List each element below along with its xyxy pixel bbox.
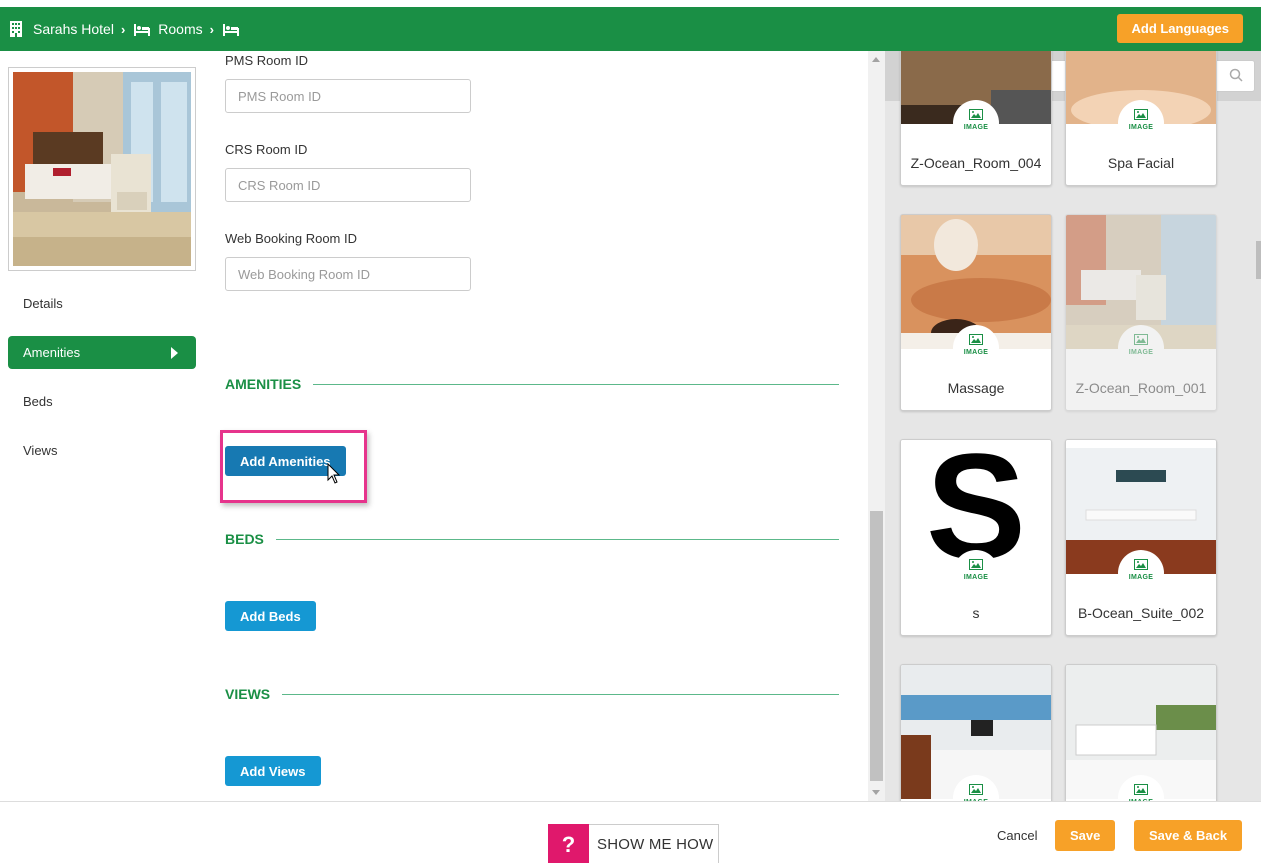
- sidebar-item-label: Amenities: [23, 345, 81, 360]
- pms-room-id-input[interactable]: [225, 79, 471, 113]
- crs-room-id-label: CRS Room ID: [225, 142, 308, 157]
- section-divider: [282, 693, 839, 695]
- image-icon: [1134, 109, 1148, 120]
- media-card-name: Z-Ocean_Room_004: [910, 155, 1042, 171]
- image-badge: IMAGE: [1118, 325, 1164, 371]
- image-badge: IMAGE: [1118, 550, 1164, 596]
- sidebar-item-label: Beds: [23, 394, 53, 409]
- scroll-down-icon[interactable]: [872, 790, 880, 795]
- main-content: PMS Room ID CRS Room ID Web Booking Room…: [225, 51, 865, 801]
- image-badge-label: IMAGE: [963, 574, 989, 581]
- scrollbar-thumb[interactable]: [870, 511, 883, 781]
- image-icon: [969, 559, 983, 570]
- media-scrollbar[interactable]: [1256, 101, 1261, 801]
- image-badge: IMAGE: [953, 100, 999, 146]
- media-card-name: Massage: [947, 380, 1005, 396]
- building-icon: [9, 21, 25, 37]
- media-card[interactable]: IMAGE Z-Ocean_Room_001: [1065, 214, 1217, 411]
- show-me-how-button[interactable]: ? SHOW ME HOW: [548, 824, 719, 863]
- image-badge: IMAGE: [953, 325, 999, 371]
- highlight-box: [220, 430, 367, 503]
- image-icon: [1134, 559, 1148, 570]
- footer: ? SHOW ME HOW Cancel Save Save & Back: [0, 801, 1261, 863]
- amenities-section-title: AMENITIES: [225, 376, 302, 392]
- help-icon: ?: [548, 824, 589, 863]
- caret-right-icon: [171, 347, 178, 359]
- search-icon[interactable]: [1229, 68, 1243, 85]
- chevron-right-icon: ›: [120, 21, 126, 37]
- media-card-name: s: [972, 605, 980, 621]
- save-and-back-button[interactable]: Save & Back: [1134, 820, 1243, 851]
- sidebar-item-beds[interactable]: Beds: [8, 385, 196, 418]
- room-photo: [13, 72, 191, 266]
- views-section-header: VIEWS: [225, 686, 839, 702]
- image-badge-label: IMAGE: [963, 124, 989, 131]
- scrollbar-thumb[interactable]: [1256, 241, 1261, 279]
- add-languages-button[interactable]: Add Languages: [1117, 14, 1243, 43]
- web-booking-room-id-label: Web Booking Room ID: [225, 231, 357, 246]
- beds-section-title: BEDS: [225, 531, 264, 547]
- beds-section-header: BEDS: [225, 531, 839, 547]
- amenities-section-header: AMENITIES: [225, 376, 839, 392]
- scroll-up-icon[interactable]: [872, 57, 880, 62]
- image-badge: IMAGE: [953, 550, 999, 596]
- main-scrollbar[interactable]: [868, 51, 885, 801]
- bed-icon: [222, 21, 239, 37]
- bed-icon: [134, 21, 151, 37]
- section-divider: [275, 538, 839, 540]
- image-badge: IMAGE: [1118, 100, 1164, 146]
- save-button[interactable]: Save: [1055, 820, 1116, 851]
- media-card[interactable]: IMAGE Massage: [900, 214, 1052, 411]
- mouse-cursor-icon: [327, 462, 341, 488]
- image-icon: [969, 334, 983, 345]
- views-section-title: VIEWS: [225, 686, 271, 702]
- image-icon: [969, 784, 983, 795]
- crs-room-id-input[interactable]: [225, 168, 471, 202]
- image-badge-label: IMAGE: [1128, 574, 1154, 581]
- image-badge-label: IMAGE: [1128, 349, 1154, 356]
- top-bar: Sarahs Hotel › Rooms › Add Languages: [0, 7, 1261, 51]
- image-icon: [969, 109, 983, 120]
- sidebar-nav: Details Amenities Beds Views: [8, 287, 196, 483]
- show-me-how-label: SHOW ME HOW: [597, 836, 714, 853]
- breadcrumb-hotel[interactable]: Sarahs Hotel: [33, 21, 114, 37]
- section-divider: [313, 383, 839, 385]
- breadcrumb-rooms[interactable]: Rooms: [158, 21, 202, 37]
- image-icon: [1134, 784, 1148, 795]
- sidebar-item-label: Views: [23, 443, 58, 458]
- room-thumbnail: [8, 67, 196, 271]
- sidebar-item-amenities[interactable]: Amenities: [8, 336, 196, 369]
- media-card[interactable]: IMAGE: [900, 664, 1052, 801]
- media-card[interactable]: IMAGE Spa Facial: [1065, 51, 1217, 186]
- media-card[interactable]: IMAGE Z-Ocean_Room_004: [900, 51, 1052, 186]
- media-card-name: Z-Ocean_Room_001: [1075, 380, 1207, 396]
- media-library-panel: IMAGE Z-Ocean_Room_004 IMAGE Spa Facial …: [885, 51, 1261, 801]
- web-booking-room-id-input[interactable]: [225, 257, 471, 291]
- image-icon: [1134, 334, 1148, 345]
- sidebar-item-views[interactable]: Views: [8, 434, 196, 467]
- media-card[interactable]: IMAGE B-Ocean_Suite_002: [1065, 439, 1217, 636]
- image-badge-label: IMAGE: [963, 349, 989, 356]
- sidebar-item-label: Details: [23, 296, 63, 311]
- media-card-name: Spa Facial: [1107, 155, 1175, 171]
- image-badge-label: IMAGE: [1128, 124, 1154, 131]
- pms-room-id-label: PMS Room ID: [225, 53, 309, 68]
- media-card[interactable]: IMAGE: [1065, 664, 1217, 801]
- add-views-button[interactable]: Add Views: [225, 756, 321, 786]
- chevron-right-icon: ›: [209, 21, 214, 37]
- media-card-name: B-Ocean_Suite_002: [1077, 605, 1205, 621]
- cancel-link[interactable]: Cancel: [997, 828, 1037, 843]
- add-beds-button[interactable]: Add Beds: [225, 601, 316, 631]
- sidebar-item-details[interactable]: Details: [8, 287, 196, 320]
- breadcrumb: Sarahs Hotel › Rooms ›: [9, 7, 247, 51]
- media-card[interactable]: S IMAGE s: [900, 439, 1052, 636]
